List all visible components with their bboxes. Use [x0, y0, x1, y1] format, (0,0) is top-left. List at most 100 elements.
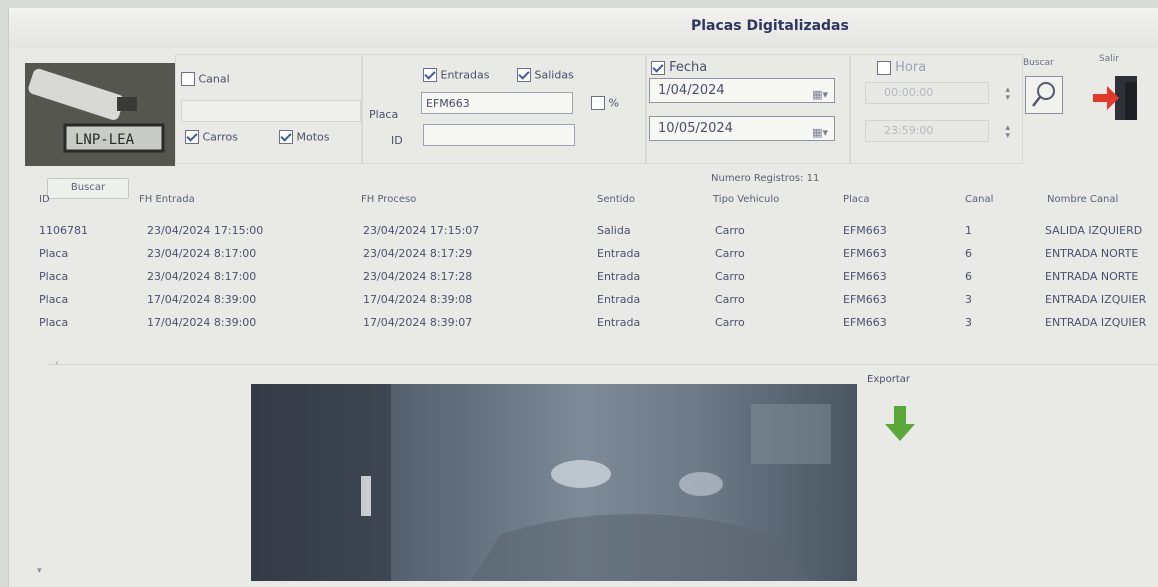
resize-corner-icon: ▾	[37, 566, 42, 576]
exit-button[interactable]	[1089, 70, 1145, 126]
cell-canal: 3	[965, 293, 972, 306]
cell-id: Placa	[39, 270, 69, 283]
cell-fh-proceso: 17/04/2024 8:39:07	[363, 316, 473, 329]
cell-placa: EFM663	[843, 224, 887, 237]
export-label: Exportar	[867, 374, 910, 385]
spinner-icon[interactable]: ▴ ▾	[1005, 124, 1010, 141]
canal-checkbox-row[interactable]: Canal	[181, 72, 230, 86]
cell-id: Placa	[39, 316, 69, 329]
salir-action-label: Salir	[1099, 54, 1119, 64]
salidas-checkbox-row[interactable]: Salidas	[517, 68, 574, 82]
hora-to-input[interactable]: 23:59:00 ▴ ▾	[865, 120, 1010, 142]
buscar-action-label: Buscar	[1023, 58, 1054, 68]
percent-checkbox-row[interactable]: %	[591, 96, 619, 110]
cell-nombre-canal: ENTRADA IZQUIER	[1045, 293, 1147, 306]
cell-fh-entrada: 23/04/2024 8:17:00	[147, 247, 257, 260]
title-bar: Placas Digitalizadas	[9, 8, 1158, 48]
col-header-sentido[interactable]: Sentido	[597, 194, 635, 205]
col-header-placa[interactable]: Placa	[843, 194, 870, 205]
hora-checkbox-row[interactable]: Hora	[877, 60, 926, 75]
lpr-camera-logo: LNP-LEA	[25, 63, 175, 166]
col-header-tipo-vehiculo[interactable]: Tipo Vehiculo	[713, 194, 779, 205]
cell-sentido: Entrada	[597, 316, 641, 329]
cell-placa: EFM663	[843, 293, 887, 306]
cell-fh-proceso: 17/04/2024 8:39:08	[363, 293, 473, 306]
export-button[interactable]	[883, 404, 917, 444]
cell-nombre-canal: SALIDA IZQUIERD	[1045, 224, 1143, 237]
id-input[interactable]	[423, 124, 575, 146]
cell-fh-entrada: 17/04/2024 8:39:00	[147, 316, 257, 329]
table-row[interactable]: Placa 23/04/2024 8:17:00 23/04/2024 8:17…	[39, 243, 1158, 267]
fecha-from-picker[interactable]: 1/04/2024 ▦▾	[649, 78, 835, 103]
cell-fh-proceso: 23/04/2024 17:15:07	[363, 224, 480, 237]
spinner-icon[interactable]: ▴ ▾	[1005, 86, 1010, 103]
salidas-label: Salidas	[534, 68, 574, 82]
percent-checkbox[interactable]	[591, 96, 605, 110]
col-header-fh-entrada[interactable]: FH Entrada	[139, 194, 195, 205]
cell-tipo-vehiculo: Carro	[715, 293, 745, 306]
calendar-dropdown-icon[interactable]: ▦▾	[812, 83, 828, 106]
motos-label: Motos	[296, 130, 330, 144]
cell-fh-entrada: 23/04/2024 8:17:00	[147, 270, 257, 283]
cell-nombre-canal: ENTRADA NORTE	[1045, 270, 1139, 283]
fecha-label: Fecha	[669, 60, 708, 75]
table-row[interactable]: 1106781 23/04/2024 17:15:00 23/04/2024 1…	[39, 220, 1158, 244]
cell-id: Placa	[39, 293, 69, 306]
motos-checkbox-row[interactable]: Motos	[279, 130, 330, 144]
record-count: Numero Registros: 11	[711, 173, 820, 184]
horizontal-scrollbar[interactable]	[47, 364, 1158, 365]
results-table: ID FH Entrada FH Proceso Sentido Tipo Ve…	[39, 194, 1158, 358]
cell-nombre-canal: ENTRADA NORTE	[1045, 247, 1139, 260]
col-header-canal[interactable]: Canal	[965, 194, 993, 205]
calendar-dropdown-icon[interactable]: ▦▾	[812, 121, 828, 144]
cell-nombre-canal: ENTRADA IZQUIER	[1045, 316, 1147, 329]
cell-tipo-vehiculo: Carro	[715, 270, 745, 283]
cell-fh-proceso: 23/04/2024 8:17:28	[363, 270, 473, 283]
cell-placa: EFM663	[843, 316, 887, 329]
canal-select[interactable]	[181, 100, 361, 122]
search-button[interactable]	[1025, 76, 1063, 114]
table-row[interactable]: Placa 17/04/2024 8:39:00 17/04/2024 8:39…	[39, 289, 1158, 313]
fecha-to-value: 10/05/2024	[658, 121, 733, 136]
placa-input[interactable]: EFM663	[421, 92, 573, 114]
table-row[interactable]: Placa 17/04/2024 8:39:00 17/04/2024 8:39…	[39, 312, 1158, 336]
fecha-checkbox[interactable]	[651, 60, 665, 75]
cell-fh-entrada: 17/04/2024 8:39:00	[147, 293, 257, 306]
cell-canal: 1	[965, 224, 972, 237]
canal-label: Canal	[198, 72, 230, 86]
export-arrow	[885, 406, 915, 441]
salidas-checkbox[interactable]	[517, 68, 531, 82]
table-row[interactable]: Placa 23/04/2024 8:17:00 23/04/2024 8:17…	[39, 266, 1158, 290]
cell-placa: EFM663	[843, 270, 887, 283]
cell-canal: 3	[965, 316, 972, 329]
col-header-fh-proceso[interactable]: FH Proceso	[361, 194, 416, 205]
percent-label: %	[608, 96, 619, 110]
cell-id: 1106781	[39, 224, 88, 237]
down-arrow-icon	[885, 406, 915, 441]
cell-sentido: Entrada	[597, 293, 641, 306]
canal-checkbox[interactable]	[181, 72, 195, 86]
fecha-checkbox-row[interactable]: Fecha	[651, 60, 707, 75]
cell-tipo-vehiculo: Carro	[715, 316, 745, 329]
main-window: Placas Digitalizadas LNP-LEA Canal Carro…	[8, 8, 1158, 587]
hora-from-input[interactable]: 00:00:00 ▴ ▾	[865, 82, 1010, 104]
entradas-checkbox[interactable]	[423, 68, 437, 82]
hora-checkbox[interactable]	[877, 60, 891, 75]
cell-sentido: Salida	[597, 224, 631, 237]
entradas-label: Entradas	[440, 68, 490, 82]
col-header-id[interactable]: ID	[39, 194, 50, 205]
fecha-from-value: 1/04/2024	[658, 83, 725, 98]
exit-door-icon	[1093, 76, 1137, 120]
cell-sentido: Entrada	[597, 247, 641, 260]
placa-label: Placa	[369, 108, 399, 121]
fecha-to-picker[interactable]: 10/05/2024 ▦▾	[649, 116, 835, 141]
plate-capture-image	[251, 384, 857, 581]
cell-sentido: Entrada	[597, 270, 641, 283]
carros-checkbox-row[interactable]: Carros	[185, 130, 238, 144]
id-label: ID	[391, 134, 403, 147]
window-title: Placas Digitalizadas	[691, 18, 849, 34]
entradas-checkbox-row[interactable]: Entradas	[423, 68, 489, 82]
col-header-nombre-canal[interactable]: Nombre Canal	[1047, 194, 1118, 205]
motos-checkbox[interactable]	[279, 130, 293, 144]
carros-checkbox[interactable]	[185, 130, 199, 144]
